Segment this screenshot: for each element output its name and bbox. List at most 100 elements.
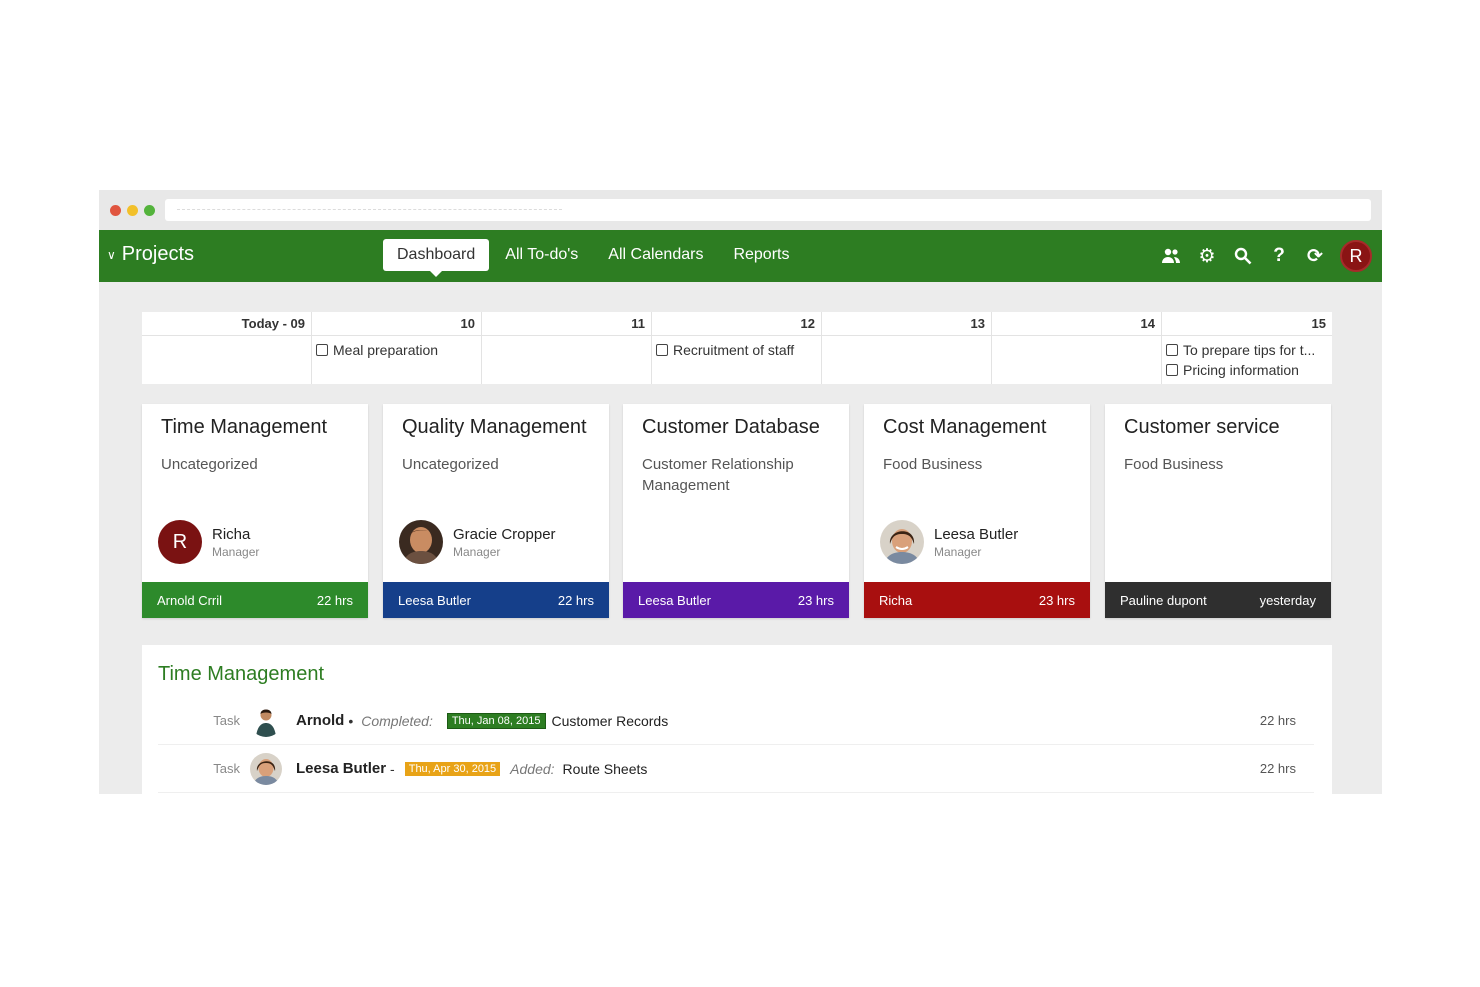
calendar-day[interactable]: 15 To prepare tips for t... Pricing info… xyxy=(1162,312,1332,384)
calendar-day-label: 14 xyxy=(992,312,1161,336)
checkbox[interactable] xyxy=(1166,364,1178,376)
footer-value: 23 hrs xyxy=(1038,592,1075,608)
main-tabs: Dashboard All To-do's All Calendars Repo… xyxy=(383,239,805,277)
card-footer: Pauline dupont yesterday xyxy=(1105,582,1331,618)
tab-all-todos[interactable]: All To-do's xyxy=(491,239,592,271)
project-card[interactable]: Quality Management Uncategorized Gracie … xyxy=(383,404,609,618)
checkbox[interactable] xyxy=(1166,344,1178,356)
browser-window: ∨ Projects Dashboard All To-do's All Cal… xyxy=(99,190,1382,794)
calendar-day[interactable]: 13 xyxy=(822,312,992,384)
maximize-window-icon[interactable] xyxy=(144,205,155,216)
calendar-day[interactable]: 12 Recruitment of staff xyxy=(652,312,822,384)
project-title: Time Management xyxy=(161,416,327,438)
card-footer: Richa 23 hrs xyxy=(864,582,1090,618)
tab-dashboard[interactable]: Dashboard xyxy=(383,239,490,277)
project-category: Food Business xyxy=(883,456,983,473)
card-footer: Arnold Crril 22 hrs xyxy=(142,582,368,618)
tab-reports[interactable]: Reports xyxy=(719,239,803,271)
top-navigation-bar: ∨ Projects Dashboard All To-do's All Cal… xyxy=(99,230,1382,282)
manager-role: Manager xyxy=(212,544,260,559)
calendar-todo[interactable]: Meal preparation xyxy=(316,340,481,360)
project-category: Customer Relationship Management xyxy=(642,456,794,494)
project-card[interactable]: Time Management Uncategorized R Richa Ma… xyxy=(142,404,368,618)
search-icon[interactable] xyxy=(1232,245,1254,267)
calendar-todo[interactable]: To prepare tips for t... xyxy=(1166,340,1332,360)
activity-row[interactable]: Task Arnold • Completed: Thu, Jan 08, 20… xyxy=(158,697,1314,745)
footer-name: Leesa Butler xyxy=(638,592,711,608)
calendar-day-label: 12 xyxy=(652,312,821,336)
project-card[interactable]: Cost Management Food Business Leesa Butl… xyxy=(864,404,1090,618)
project-manager: Gracie Cropper Manager xyxy=(399,520,556,564)
calendar-day-label: 11 xyxy=(482,312,651,336)
activity-object[interactable]: Customer Records xyxy=(552,713,669,729)
footer-name: Leesa Butler xyxy=(398,592,471,608)
date-badge: Thu, Apr 30, 2015 xyxy=(404,761,501,776)
gear-icon[interactable]: ⚙ xyxy=(1196,245,1218,267)
minimize-window-icon[interactable] xyxy=(127,205,138,216)
activity-object[interactable]: Route Sheets xyxy=(563,761,648,777)
avatar: R xyxy=(158,520,202,564)
project-card[interactable]: Customer Database Customer Relationship … xyxy=(623,404,849,618)
activity-row[interactable]: Task Leesa Butler - Thu, Apr 30, 2015 Ad… xyxy=(158,745,1314,793)
calendar-day-label: 10 xyxy=(312,312,481,336)
help-icon[interactable]: ? xyxy=(1268,245,1290,267)
card-footer: Leesa Butler 22 hrs xyxy=(383,582,609,618)
calendar-day-label: Today - 09 xyxy=(142,312,311,336)
activity-type: Task xyxy=(213,713,240,728)
calendar-day[interactable]: Today - 09 xyxy=(142,312,312,384)
project-card[interactable]: Customer service Food Business Pauline d… xyxy=(1105,404,1331,618)
footer-name: Richa xyxy=(879,592,913,608)
activity-verb: Completed: xyxy=(361,712,433,729)
footer-value: yesterday xyxy=(1259,592,1316,608)
calendar-day[interactable]: 10 Meal preparation xyxy=(312,312,482,384)
people-icon[interactable] xyxy=(1160,245,1182,267)
checkbox[interactable] xyxy=(316,344,328,356)
project-title: Quality Management xyxy=(402,416,587,438)
manager-role: Manager xyxy=(934,544,982,559)
activity-user[interactable]: Leesa Butler xyxy=(296,760,386,777)
close-window-icon[interactable] xyxy=(110,205,121,216)
project-manager: R Richa Manager xyxy=(158,520,259,564)
user-avatar[interactable]: R xyxy=(1340,240,1372,272)
project-title: Customer service xyxy=(1124,416,1280,438)
checkbox[interactable] xyxy=(656,344,668,356)
refresh-icon[interactable]: ⟳ xyxy=(1304,245,1326,267)
card-footer: Leesa Butler 23 hrs xyxy=(623,582,849,618)
calendar-day-label: 15 xyxy=(1162,312,1332,336)
footer-name: Pauline dupont xyxy=(1120,592,1207,608)
tab-all-calendars[interactable]: All Calendars xyxy=(594,239,717,271)
project-category: Uncategorized xyxy=(161,456,258,473)
project-category: Food Business xyxy=(1124,456,1224,473)
activity-hours: 22 hrs xyxy=(1259,761,1296,776)
week-calendar: Today - 09 10 Meal preparation 11 12 Rec… xyxy=(142,312,1332,384)
avatar xyxy=(250,704,282,737)
activity-panel: Time Management Task Arnold • Completed:… xyxy=(142,645,1332,794)
date-badge: Thu, Jan 08, 2015 xyxy=(446,712,546,729)
activity-title: Time Management xyxy=(158,663,324,685)
calendar-day[interactable]: 11 xyxy=(482,312,652,384)
calendar-day-label: 13 xyxy=(822,312,991,336)
footer-value: 22 hrs xyxy=(557,592,594,608)
manager-name: Richa xyxy=(212,525,251,543)
projects-label: Projects xyxy=(121,243,195,265)
activity-type: Task xyxy=(213,761,240,776)
projects-menu[interactable]: ∨ Projects xyxy=(107,243,194,266)
calendar-todo[interactable]: Recruitment of staff xyxy=(656,340,821,360)
avatar xyxy=(399,520,443,564)
project-title: Customer Database xyxy=(642,416,820,438)
activity-user[interactable]: Arnold xyxy=(296,712,344,729)
calendar-day[interactable]: 14 xyxy=(992,312,1162,384)
project-category: Uncategorized xyxy=(402,456,499,473)
browser-chrome xyxy=(99,190,1382,230)
avatar xyxy=(880,520,924,564)
footer-value: 22 hrs xyxy=(316,592,353,608)
manager-name: Gracie Cropper xyxy=(453,525,556,543)
manager-role: Manager xyxy=(453,544,501,559)
activity-verb: Added: xyxy=(510,760,555,777)
calendar-todo[interactable]: Pricing information xyxy=(1166,360,1332,380)
activity-hours: 22 hrs xyxy=(1259,713,1296,728)
footer-name: Arnold Crril xyxy=(157,592,223,608)
chevron-down-icon: ∨ xyxy=(107,247,116,262)
toolbar-icons: ⚙ ? ⟳ R xyxy=(1160,240,1372,272)
address-bar[interactable] xyxy=(165,199,1371,221)
